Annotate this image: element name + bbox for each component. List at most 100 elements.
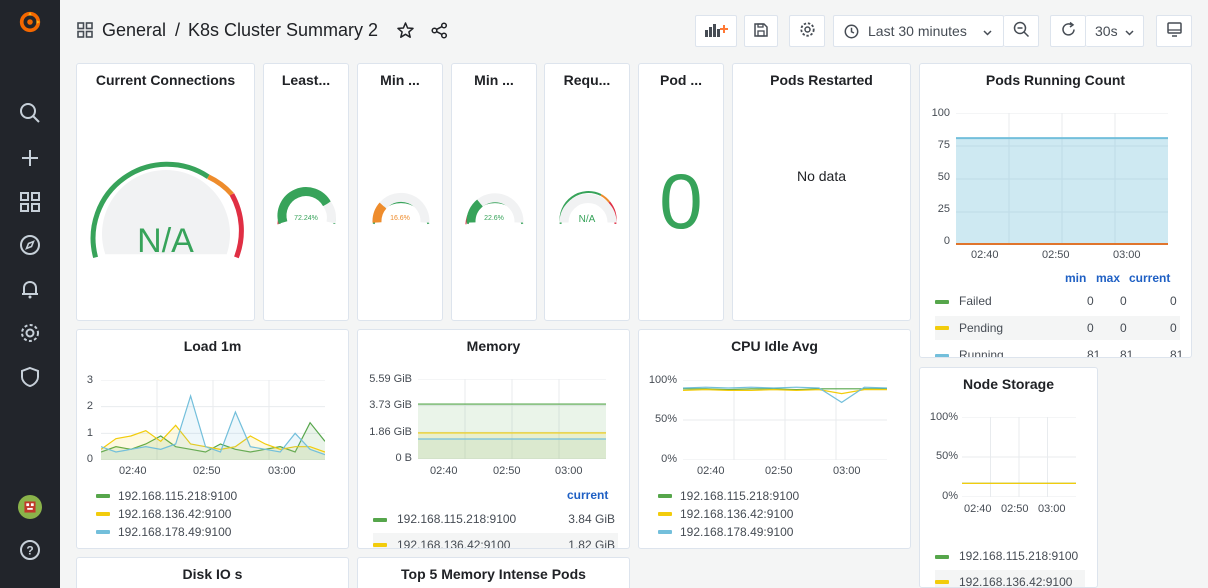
add-panel-button[interactable]: [695, 15, 737, 47]
breadcrumb-separator: /: [175, 20, 181, 40]
server-admin-shield-icon[interactable]: [18, 365, 42, 389]
legend-row[interactable]: 192.168.136.42:9100 1.82 GiB: [373, 533, 618, 549]
panel-min-2[interactable]: Min ... 22.6%: [451, 63, 537, 321]
panel-title[interactable]: Disk IO s: [77, 566, 348, 582]
panel-title[interactable]: Load 1m: [77, 338, 348, 354]
zoom-out-button[interactable]: [1004, 15, 1039, 47]
panel-node-storage[interactable]: Node Storage 100% 50% 0% 02:40 02:50 03:…: [919, 367, 1098, 588]
legend-row[interactable]: 192.168.115.218:9100: [935, 547, 1085, 565]
chart-pods-running: [956, 113, 1168, 245]
breadcrumb-folder[interactable]: General: [102, 20, 166, 41]
panel-title[interactable]: Top 5 Memory Intense Pods: [358, 566, 629, 582]
user-avatar[interactable]: [18, 495, 42, 519]
view-mode-button[interactable]: [1156, 15, 1192, 47]
plus-icon[interactable]: [18, 146, 42, 170]
gauge-value: N/A: [137, 222, 194, 260]
legend-item[interactable]: 192.168.115.218:9100: [96, 487, 237, 505]
chart-cpu: [683, 380, 887, 460]
panel-title[interactable]: Memory: [358, 338, 629, 354]
legend-header-max[interactable]: max: [1096, 271, 1120, 285]
y-tick: 0%: [661, 453, 677, 465]
search-icon[interactable]: [18, 101, 42, 125]
legend-row[interactable]: 192.168.115.218:9100 3.84 GiB: [373, 510, 618, 528]
y-tick: 1: [86, 427, 93, 439]
series-min: 0: [1087, 294, 1094, 308]
grafana-logo-icon[interactable]: [18, 10, 42, 34]
series-current: 0: [1170, 294, 1177, 308]
dashboards-grid-icon[interactable]: [77, 22, 93, 43]
configuration-gear-icon[interactable]: [18, 321, 42, 345]
series-current: 0: [1170, 321, 1177, 335]
help-icon[interactable]: ?: [18, 538, 42, 562]
legend-item[interactable]: 192.168.115.218:9100: [658, 487, 799, 505]
series-name: Pending: [959, 321, 1004, 335]
legend-row[interactable]: Pending 0 0 0: [935, 316, 1180, 340]
legend-row[interactable]: Failed 0 0 0: [935, 292, 1180, 310]
series-current: 3.84 GiB: [568, 512, 615, 526]
x-tick: 02:40: [119, 465, 147, 477]
series-swatch: [658, 494, 672, 498]
legend-item[interactable]: 192.168.178.49:9100: [96, 523, 231, 541]
share-icon[interactable]: [431, 22, 448, 44]
legend-header-min[interactable]: min: [1065, 271, 1086, 285]
explore-compass-icon[interactable]: [18, 233, 42, 257]
panel-requ[interactable]: Requ... N/A: [544, 63, 630, 321]
y-tick: 0 B: [395, 452, 412, 464]
alerting-bell-icon[interactable]: [18, 277, 42, 301]
refresh-interval-picker[interactable]: 30s: [1086, 15, 1144, 47]
series-name: 192.168.115.218:9100: [118, 489, 238, 503]
legend-item[interactable]: 192.168.178.49:9100: [658, 523, 793, 541]
panel-title[interactable]: CPU Idle Avg: [639, 338, 910, 354]
settings-gear-icon: [799, 21, 816, 41]
panel-disk-io[interactable]: Disk IO s: [76, 557, 349, 588]
legend-row[interactable]: Running 81 81 81: [935, 346, 1183, 357]
chart-memory: [418, 379, 606, 459]
series-min: 0: [1087, 321, 1094, 335]
series-area: [418, 439, 606, 459]
panel-current-connections[interactable]: Current Connections N/A: [76, 63, 255, 321]
chevron-down-icon: [1124, 25, 1135, 41]
y-tick: 50%: [935, 450, 958, 462]
dashboard-settings-button[interactable]: [789, 15, 825, 47]
x-tick: 02:40: [430, 465, 458, 477]
series-current: 1.82 GiB: [568, 538, 615, 549]
legend-item[interactable]: 192.168.136.42:9100: [658, 505, 793, 523]
legend-row[interactable]: 192.168.136.42:9100: [935, 570, 1085, 587]
panel-title[interactable]: Pods Restarted: [733, 72, 910, 88]
clock-icon: [844, 24, 859, 39]
series-swatch: [373, 543, 387, 547]
series-swatch: [935, 555, 949, 559]
refresh-button[interactable]: [1050, 15, 1086, 47]
legend-item[interactable]: 192.168.136.42:9100: [96, 505, 231, 523]
dashboard-title[interactable]: K8s Cluster Summary 2: [188, 20, 378, 41]
gauge-current-connections: [90, 161, 244, 259]
panel-least[interactable]: Least... 72.24%: [263, 63, 349, 321]
panel-pod[interactable]: Pod ... 0: [638, 63, 724, 321]
series-swatch: [658, 512, 672, 516]
y-tick: 25: [937, 203, 950, 215]
panel-title[interactable]: Pods Running Count: [920, 72, 1191, 88]
panel-title[interactable]: Pod ...: [639, 72, 723, 88]
panel-pods-running-count[interactable]: Pods Running Count 100 75 50 25 0 02:40 …: [919, 63, 1192, 358]
panel-title[interactable]: Node Storage: [920, 376, 1097, 392]
star-icon[interactable]: [397, 22, 414, 44]
save-dashboard-button[interactable]: [744, 15, 778, 47]
series-name: Failed: [959, 294, 992, 308]
panel-cpu-idle-avg[interactable]: CPU Idle Avg 100% 50% 0% 02:40 02:50 03:…: [638, 329, 911, 549]
y-tick: 3.73 GiB: [369, 399, 412, 411]
panel-top5-memory-pods[interactable]: Top 5 Memory Intense Pods: [357, 557, 630, 588]
dashboard-navbar: General / K8s Cluster Summary 2 Last 30 …: [60, 0, 1208, 62]
gauge-requ: [559, 191, 617, 225]
series-swatch: [96, 494, 110, 498]
dashboards-icon[interactable]: [18, 190, 42, 214]
save-icon: [753, 22, 769, 41]
panel-memory[interactable]: Memory 5.59 GiB 3.73 GiB 1.86 GiB 0 B 02…: [357, 329, 630, 549]
panel-pods-restarted[interactable]: Pods Restarted No data: [732, 63, 911, 321]
series-swatch: [935, 354, 949, 357]
legend-header-current[interactable]: current: [1129, 271, 1170, 285]
panel-load-1m[interactable]: Load 1m 3 2 1 0 02:40 02:50 03:00 192.16…: [76, 329, 349, 549]
monitor-icon: [1166, 21, 1183, 41]
panel-min-1[interactable]: Min ... 16.6%: [357, 63, 443, 321]
time-range-picker[interactable]: Last 30 minutes: [833, 15, 1004, 47]
legend-header-current[interactable]: current: [567, 488, 608, 502]
